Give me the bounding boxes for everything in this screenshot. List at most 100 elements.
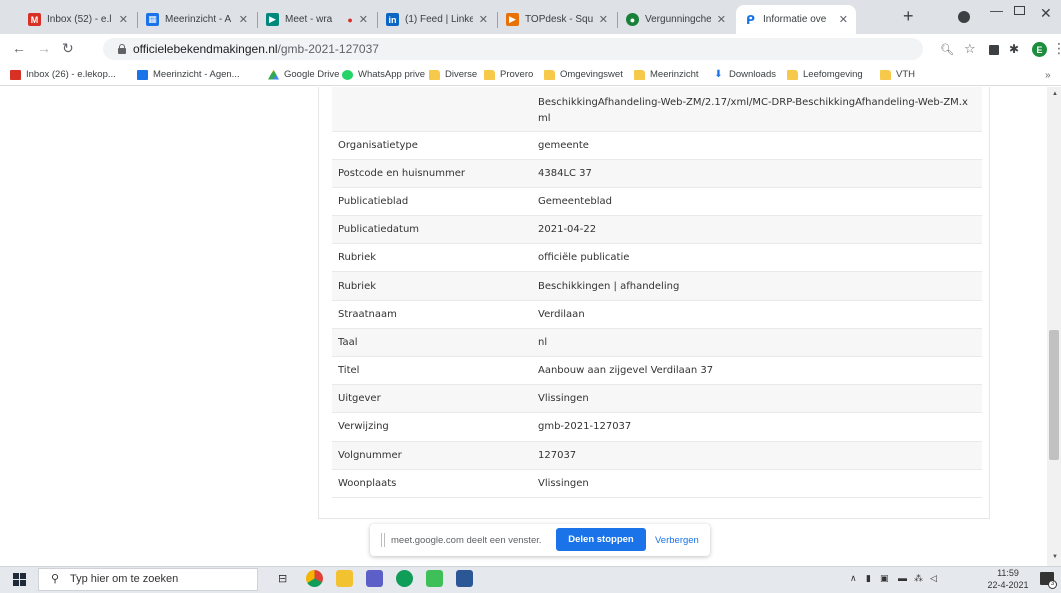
forward-button[interactable]: → <box>37 40 51 56</box>
bookmark-vth[interactable]: VTH <box>880 69 915 80</box>
linkedin-icon: in <box>386 13 399 26</box>
row-value: BeschikkingAfhandeling-Web-ZM/2.17/xml/M… <box>532 87 982 132</box>
tray-pen-icon[interactable]: ⁂ <box>914 573 923 584</box>
minimize-button[interactable]: — <box>990 3 1003 18</box>
task-view-icon[interactable]: ⊟ <box>278 572 287 585</box>
bookmark-star-icon[interactable]: ☆ <box>964 41 976 57</box>
tray-overflow-icon[interactable]: ∧ <box>850 573 857 584</box>
more-bookmarks-icon[interactable]: » <box>1045 70 1051 81</box>
bookmark-label: Provero <box>500 69 534 80</box>
tab-meet[interactable]: ▶ Meet - wra ● ✕ <box>258 5 376 34</box>
reload-button[interactable]: ↻ <box>62 40 74 57</box>
bookmark-downloads[interactable]: ⬇ Downloads <box>713 69 776 80</box>
close-icon[interactable]: ✕ <box>839 13 848 26</box>
teams-icon[interactable] <box>366 570 383 587</box>
bookmark-whatsapp[interactable]: WhatsApp prive <box>342 69 425 80</box>
lock-icon[interactable] <box>118 44 126 54</box>
chrome-taskbar-icon[interactable] <box>306 570 323 587</box>
file-explorer-icon[interactable] <box>336 570 353 587</box>
bookmark-label: WhatsApp prive <box>358 69 426 80</box>
scroll-up-icon[interactable]: ▲ <box>1052 91 1058 97</box>
tab-title: Informatie ove <box>763 14 827 25</box>
folder-icon <box>429 69 440 80</box>
windows-start-icon[interactable] <box>13 573 26 586</box>
tray-app-icon[interactable]: ▣ <box>880 573 889 584</box>
tab-title: Inbox (52) - e.l <box>47 14 112 25</box>
browser-menu-icon[interactable]: ⋮ <box>1052 40 1061 57</box>
maximize-button[interactable] <box>1014 6 1025 15</box>
close-icon[interactable]: ✕ <box>119 13 128 26</box>
clock-time[interactable]: 11:59 <box>982 568 1034 578</box>
taskbar-search-placeholder: Typ hier om te zoeken <box>70 573 179 585</box>
close-icon[interactable]: ✕ <box>239 13 248 26</box>
row-value: gmb-2021-127037 <box>532 412 982 442</box>
bookmark-label: Google Drive <box>284 69 340 80</box>
row-value: Beschikkingen | afhandeling <box>532 271 982 301</box>
tab-meerinzicht[interactable]: ▦ Meerinzicht - A ✕ <box>138 5 256 34</box>
bookmark-omgevingswet[interactable]: Omgevingswet <box>544 69 623 80</box>
row-value: 2021-04-22 <box>532 215 982 245</box>
row-label: Rubriek <box>332 243 532 273</box>
word-icon[interactable] <box>456 570 473 587</box>
scrollbar-thumb[interactable] <box>1049 330 1059 460</box>
tray-device-icon[interactable]: ▮ <box>866 573 871 584</box>
extension-icon[interactable] <box>989 45 999 55</box>
vergunning-icon: ● <box>626 13 639 26</box>
table-row: BeschikkingAfhandeling-Web-ZM/2.17/xml/M… <box>332 87 982 132</box>
tab-vergunning[interactable]: ● Vergunningche ✕ <box>618 5 734 34</box>
bookmark-meerinzicht[interactable]: Meerinzicht <box>634 69 699 80</box>
bookmark-label: Leefomgeving <box>803 69 863 80</box>
bookmark-label: Meerinzicht <box>650 69 699 80</box>
bookmark-label: VTH <box>896 69 915 80</box>
profile-avatar[interactable]: E <box>1032 42 1047 57</box>
bookmark-leefomgeving[interactable]: Leefomgeving <box>787 69 863 80</box>
volume-icon[interactable]: ◁ <box>930 573 937 584</box>
close-icon[interactable]: ✕ <box>599 13 608 26</box>
bookmark-meerinzicht-agenda[interactable]: Meerinzicht - Agen... <box>137 69 240 80</box>
back-button[interactable]: ← <box>12 40 26 56</box>
row-label: Titel <box>332 356 532 386</box>
tab-inbox[interactable]: M Inbox (52) - e.l ✕ <box>20 5 136 34</box>
chrome-profile-icon[interactable] <box>396 570 413 587</box>
remote-desktop-icon[interactable] <box>426 570 443 587</box>
row-value: Verdilaan <box>532 300 982 329</box>
clock-date[interactable]: 22-4-2021 <box>982 580 1034 590</box>
close-icon[interactable]: ✕ <box>717 13 726 26</box>
network-icon[interactable]: ▬ <box>898 573 907 583</box>
row-value: Vlissingen <box>532 384 982 414</box>
page-scrollbar[interactable] <box>1047 87 1061 566</box>
tab-topdesk[interactable]: ▶ TOPdesk - Squ ✕ <box>498 5 616 34</box>
close-icon[interactable]: ✕ <box>479 13 488 26</box>
row-value: officiële publicatie <box>532 243 982 273</box>
table-row: Volgnummer 127037 <box>332 441 982 470</box>
bookmark-google-drive[interactable]: Google Drive <box>268 69 339 80</box>
bookmark-label: Meerinzicht - Agen... <box>153 69 240 80</box>
url-text[interactable]: officielebekendmakingen.nl/gmb-2021-1270… <box>133 42 379 56</box>
folder-icon <box>484 69 495 80</box>
calendar-icon: ▦ <box>146 13 159 26</box>
stop-sharing-button[interactable]: Delen stoppen <box>556 528 646 551</box>
tab-linkedin[interactable]: in (1) Feed | Linke ✕ <box>378 5 496 34</box>
table-row: Postcode en huisnummer 4384LC 37 <box>332 159 982 188</box>
row-label <box>332 87 532 132</box>
bookmark-provero[interactable]: Provero <box>484 69 533 80</box>
close-icon[interactable]: ✕ <box>359 13 368 26</box>
bookmark-inbox[interactable]: Inbox (26) - e.lekop... <box>10 69 116 80</box>
zoom-icon[interactable]: 🔍︎ <box>940 43 954 56</box>
extensions-puzzle-icon[interactable]: ✱ <box>1009 42 1019 56</box>
drive-icon <box>268 69 279 80</box>
tab-informatie[interactable]: ᑭ Informatie ove ✕ <box>736 5 856 34</box>
row-label: Verwijzing <box>332 412 532 442</box>
row-value: gemeente <box>532 131 982 160</box>
new-tab-button[interactable]: + <box>903 6 914 27</box>
bookmark-diverse[interactable]: Diverse <box>429 69 477 80</box>
hide-share-bar-link[interactable]: Verbergen <box>655 535 699 546</box>
drag-handle-icon[interactable] <box>381 533 385 547</box>
folder-icon <box>544 69 555 80</box>
row-label: Postcode en huisnummer <box>332 159 532 188</box>
tab-search-icon[interactable] <box>958 11 970 23</box>
scroll-down-icon[interactable]: ▼ <box>1052 554 1058 560</box>
window-close-button[interactable]: ✕ <box>1040 5 1052 22</box>
row-label: Publicatiedatum <box>332 215 532 245</box>
bookmark-label: Omgevingswet <box>560 69 623 80</box>
